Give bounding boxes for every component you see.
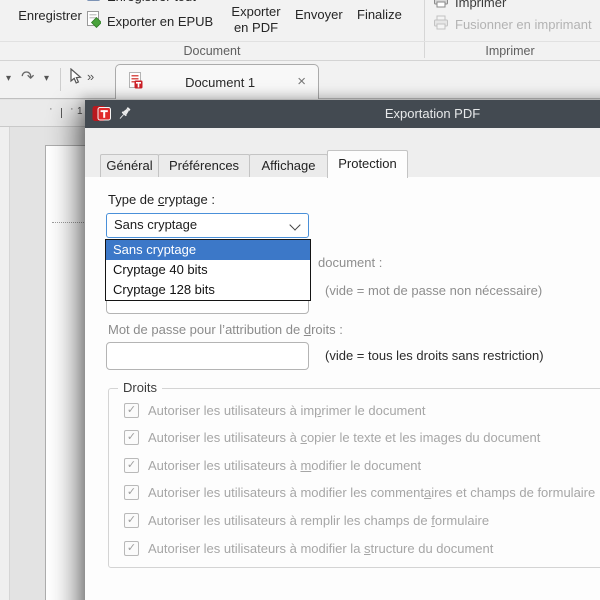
save-all-label: Enregistrer tout <box>107 0 196 4</box>
toolbar-overflow-icon[interactable]: » <box>87 69 94 84</box>
ribbon-group-print-label: Imprimer <box>425 44 595 58</box>
pdf-export-dialog: Exportation PDF Général Préférences Affi… <box>85 100 600 600</box>
dropdown-option-128bits[interactable]: Cryptage 128 bits <box>106 280 310 300</box>
tab-general[interactable]: Général <box>100 154 159 177</box>
tab-display[interactable]: Affichage <box>249 154 328 177</box>
export-epub-label: Exporter en EPUB <box>107 14 213 29</box>
merge-print-label: Fusionner en imprimant <box>455 17 592 32</box>
document-tab-icon <box>128 72 143 93</box>
export-pdf-button[interactable]: Exporter en PDF <box>224 4 288 36</box>
print-label: Imprimer <box>455 0 506 10</box>
right-modify-row: ✓ Autoriser les utilisateurs à modifier … <box>124 458 421 473</box>
save-all-button[interactable]: Enregistrer tout <box>86 0 196 5</box>
ruler-tick-bar <box>61 108 62 118</box>
tab-close-icon[interactable]: × <box>297 75 306 89</box>
dropdown-option-none[interactable]: Sans cryptage <box>106 240 310 260</box>
document-tab[interactable]: Document 1 × <box>115 64 319 99</box>
quick-toolbar: ▾ ↷ ▾ » Document 1 × <box>0 61 600 99</box>
save-button[interactable]: Enregistrer <box>6 4 94 42</box>
epub-document-icon <box>86 11 101 31</box>
dialog-title: Exportation PDF <box>85 100 600 128</box>
checkbox-fill-forms[interactable]: ✓ <box>124 513 139 528</box>
open-password-hint: (vide = mot de passe non nécessaire) <box>325 283 542 298</box>
printer-disabled-icon <box>433 15 449 33</box>
dialog-tabstrip: Général Préférences Affichage Protection <box>85 128 600 178</box>
toolbar-separator <box>60 68 61 91</box>
rights-group-title: Droits <box>118 380 162 395</box>
right-structure-row: ✓ Autoriser les utilisateurs à modifier … <box>124 541 493 556</box>
save-all-icon <box>86 0 101 5</box>
left-panel-strip <box>0 100 10 600</box>
dialog-content: Type de cryptage : Sans cryptage Sans cr… <box>85 177 600 600</box>
right-copy-row: ✓ Autoriser les utilisateurs à copier le… <box>124 430 540 445</box>
checkbox-comments-label: Autoriser les utilisateurs à modifier le… <box>148 485 595 500</box>
ribbon-label-separator <box>0 41 600 42</box>
document-tab-title: Document 1 <box>143 75 297 90</box>
dialog-titlebar[interactable]: Exportation PDF <box>85 100 600 128</box>
encryption-dropdown-list: Sans cryptage Cryptage 40 bits Cryptage … <box>105 239 311 301</box>
app-window: Enregistrer Enregistrer tout Exporter en… <box>0 0 600 600</box>
undo-dropdown-arrow-icon[interactable]: ▾ <box>6 73 11 84</box>
redo-dropdown-arrow-icon[interactable]: ▾ <box>44 73 49 84</box>
right-print-row: ✓ Autoriser les utilisateurs à imprimer … <box>124 403 425 418</box>
merge-print-button[interactable]: Fusionner en imprimant <box>433 15 592 33</box>
encryption-type-combobox[interactable]: Sans cryptage <box>106 213 309 238</box>
rights-groupbox: Droits ✓ Autoriser les utilisateurs à im… <box>108 388 600 568</box>
checkbox-comments[interactable]: ✓ <box>124 485 139 500</box>
encryption-type-label: Type de cryptage : <box>108 192 215 207</box>
horizontal-ruler: · · 1 <box>0 100 85 127</box>
right-fill-forms-row: ✓ Autoriser les utilisateurs à remplir l… <box>124 513 489 528</box>
checkbox-structure[interactable]: ✓ <box>124 541 139 556</box>
export-pdf-label-line1: Exporter <box>224 4 288 20</box>
tab-preferences[interactable]: Préférences <box>158 154 250 177</box>
ruler-tick: · <box>49 103 53 115</box>
ribbon: Enregistrer Enregistrer tout Exporter en… <box>0 0 600 61</box>
rights-password-label: Mot de passe pour l’attribution de droit… <box>108 322 343 337</box>
ruler-tick: · <box>70 103 74 115</box>
export-pdf-label-line2: en PDF <box>224 20 288 36</box>
combobox-value: Sans cryptage <box>114 217 197 232</box>
print-button[interactable]: Imprimer <box>433 0 506 11</box>
checkbox-copy[interactable]: ✓ <box>124 430 139 445</box>
select-cursor-icon[interactable] <box>68 68 83 88</box>
pin-icon[interactable] <box>116 105 133 125</box>
rights-password-field[interactable] <box>106 342 309 370</box>
dropdown-option-40bits[interactable]: Cryptage 40 bits <box>106 260 310 280</box>
finalize-button[interactable]: Finalize <box>357 7 402 22</box>
ruler-number: 1 <box>77 106 83 117</box>
checkbox-modify-label: Autoriser les utilisateurs à modifier le… <box>148 458 421 473</box>
checkbox-copy-label: Autoriser les utilisateurs à copier le t… <box>148 430 540 445</box>
rights-password-hint: (vide = tous les droits sans restriction… <box>325 348 544 363</box>
export-epub-button[interactable]: Exporter en EPUB <box>86 12 213 30</box>
printer-icon <box>433 0 449 11</box>
chevron-down-icon <box>289 219 300 230</box>
send-button[interactable]: Envoyer <box>295 7 343 22</box>
checkbox-print[interactable]: ✓ <box>124 403 139 418</box>
right-comments-row: ✓ Autoriser les utilisateurs à modifier … <box>124 485 595 500</box>
checkbox-print-label: Autoriser les utilisateurs à imprimer le… <box>148 403 425 418</box>
tab-protection[interactable]: Protection <box>327 150 408 178</box>
pdf-app-icon <box>92 105 112 126</box>
open-password-label-fragment: document : <box>318 255 382 270</box>
ribbon-group-document-label: Document <box>0 44 424 58</box>
redo-icon[interactable]: ↷ <box>21 67 34 87</box>
checkbox-modify[interactable]: ✓ <box>124 458 139 473</box>
checkbox-structure-label: Autoriser les utilisateurs à modifier la… <box>148 541 493 556</box>
checkbox-fill-forms-label: Autoriser les utilisateurs à remplir les… <box>148 513 489 528</box>
